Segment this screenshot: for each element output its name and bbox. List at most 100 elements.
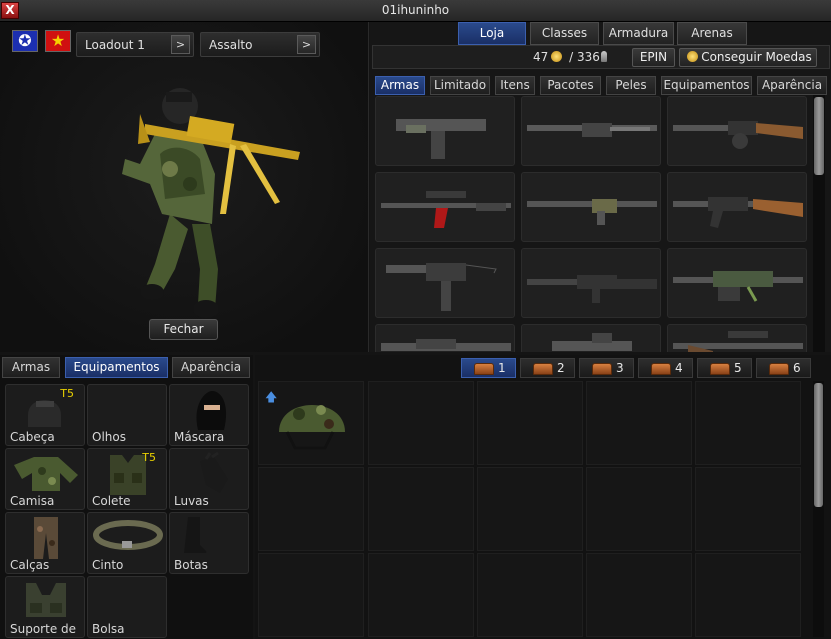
- inventory-slot[interactable]: [586, 553, 692, 637]
- coin-icon: [551, 51, 563, 62]
- get-coins-button[interactable]: Conseguir Moedas: [679, 48, 817, 67]
- tab-pacotes[interactable]: Pacotes: [540, 76, 601, 95]
- weapon-item-sniper[interactable]: [375, 172, 515, 242]
- slot-boots[interactable]: Botas: [169, 512, 249, 574]
- tab-aparencia[interactable]: Aparência: [757, 76, 827, 95]
- slot-label: Suporte de: [10, 622, 77, 636]
- inventory-page-tab-4[interactable]: 4: [638, 358, 693, 378]
- class-dropdown[interactable]: Assalto >: [200, 32, 320, 57]
- weapon-item-rifle-4[interactable]: [375, 324, 515, 352]
- inventory-slot[interactable]: [695, 553, 801, 637]
- tab-aparencia[interactable]: Aparência: [172, 357, 250, 378]
- scrollbar-thumb[interactable]: [814, 97, 824, 175]
- tab-equipamentos[interactable]: Equipamentos: [65, 357, 168, 378]
- slot-head[interactable]: T5 Cabeça: [5, 384, 85, 446]
- weapon-item-uzi[interactable]: [375, 96, 515, 166]
- sniper-rifle-icon: [673, 331, 803, 352]
- tab-equipamentos[interactable]: Equipamentos: [661, 76, 752, 95]
- slot-bag[interactable]: Bolsa: [87, 576, 167, 638]
- chevron-right-icon[interactable]: >: [297, 35, 316, 54]
- weapon-item-lmg[interactable]: [667, 248, 807, 318]
- slot-belt[interactable]: Cinto: [87, 512, 167, 574]
- inventory-page-tab-5[interactable]: 5: [697, 358, 752, 378]
- slot-eyes[interactable]: Olhos: [87, 384, 167, 446]
- scrollbar-thumb[interactable]: [814, 383, 823, 507]
- tab-loja[interactable]: Loja: [458, 22, 526, 45]
- slot-mask[interactable]: Máscara: [169, 384, 249, 446]
- slot-gloves[interactable]: Luvas: [169, 448, 249, 510]
- page-number: 1: [498, 361, 506, 375]
- tab-itens[interactable]: Itens: [495, 76, 535, 95]
- weapon-item-fal[interactable]: [521, 172, 661, 242]
- inventory-slot[interactable]: 🡅: [258, 381, 364, 465]
- inventory-page-tab-3[interactable]: 3: [579, 358, 634, 378]
- loadout-dropdown[interactable]: Loadout 1 >: [76, 32, 194, 57]
- store-panel: Loja Classes Armadura Arenas 47 / 336 EP…: [370, 22, 831, 352]
- tier-badge: T5: [60, 387, 74, 400]
- epin-button[interactable]: EPIN: [632, 48, 675, 67]
- slot-label: Calças: [10, 558, 50, 572]
- currency-display: 47 / 336: [533, 50, 607, 64]
- store-category-tabs: Armas Limitado Itens Pacotes Peles Equip…: [375, 76, 829, 95]
- tab-arenas[interactable]: Arenas: [677, 22, 747, 45]
- weapon-item-ak[interactable]: [667, 172, 807, 242]
- inventory-slot[interactable]: [368, 553, 474, 637]
- weapon-item-mac10[interactable]: [375, 248, 515, 318]
- smg-icon: [552, 333, 632, 351]
- weapon-item-m16[interactable]: [521, 248, 661, 318]
- tier-badge: T5: [142, 451, 156, 464]
- chest-icon: [533, 363, 553, 375]
- weapon-item-ppsh[interactable]: [667, 96, 807, 166]
- chest-icon: [710, 363, 730, 375]
- inventory-slot[interactable]: [368, 381, 474, 465]
- slot-pants[interactable]: Calças: [5, 512, 85, 574]
- tab-armadura[interactable]: Armadura: [603, 22, 674, 45]
- assault-rifle-icon: [527, 275, 657, 303]
- class-label: Assalto: [209, 38, 253, 52]
- tab-limitado[interactable]: Limitado: [430, 76, 490, 95]
- page-number: 5: [734, 361, 742, 375]
- weapon-item-rifle[interactable]: [521, 96, 661, 166]
- inventory-slot[interactable]: [477, 553, 583, 637]
- inventory-page-tab-2[interactable]: 2: [520, 358, 575, 378]
- slot-label: Colete: [92, 494, 131, 508]
- battle-rifle-icon: [527, 199, 657, 225]
- inventory-slot[interactable]: [695, 467, 801, 551]
- close-button[interactable]: Fechar: [149, 319, 218, 340]
- tab-armas[interactable]: Armas: [2, 357, 60, 378]
- team-red-flag[interactable]: ★: [45, 30, 71, 52]
- tab-armas[interactable]: Armas: [375, 76, 425, 95]
- inventory-slot[interactable]: [258, 553, 364, 637]
- team-blue-flag[interactable]: ✪: [12, 30, 38, 52]
- inventory-slot[interactable]: [477, 467, 583, 551]
- inventory-page-tab-6[interactable]: 6: [756, 358, 811, 378]
- title-bar: X 01ihuninho: [0, 0, 831, 22]
- weapon-item-smg-4[interactable]: [521, 324, 661, 352]
- weapon-grid: [375, 96, 807, 352]
- inventory-slot[interactable]: [258, 467, 364, 551]
- key-count: / 336: [569, 50, 600, 64]
- page-number: 3: [616, 361, 624, 375]
- page-number: 4: [675, 361, 683, 375]
- slot-harness[interactable]: Suporte de: [5, 576, 85, 638]
- inventory-slot[interactable]: [586, 381, 692, 465]
- inventory-slot[interactable]: [586, 467, 692, 551]
- weapon-item-sniper-4[interactable]: [667, 324, 807, 352]
- slot-label: Bolsa: [92, 622, 125, 636]
- chevron-right-icon[interactable]: >: [171, 35, 190, 54]
- upgrade-arrow-icon: 🡅: [265, 390, 278, 404]
- inventory-scrollbar[interactable]: [813, 381, 824, 637]
- ak-rifle-icon: [673, 197, 803, 228]
- inventory-slot[interactable]: [368, 467, 474, 551]
- tab-peles[interactable]: Peles: [606, 76, 656, 95]
- chest-icon: [474, 363, 494, 375]
- inventory-slot[interactable]: [695, 381, 801, 465]
- slot-vest[interactable]: T5 Colete: [87, 448, 167, 510]
- weapon-scrollbar[interactable]: [813, 95, 825, 352]
- inventory-page-tab-1[interactable]: 1: [461, 358, 516, 378]
- tab-classes[interactable]: Classes: [530, 22, 599, 45]
- lmg-icon: [673, 271, 803, 302]
- inventory-slot[interactable]: [477, 381, 583, 465]
- slot-shirt[interactable]: Camisa: [5, 448, 85, 510]
- chest-icon: [651, 363, 671, 375]
